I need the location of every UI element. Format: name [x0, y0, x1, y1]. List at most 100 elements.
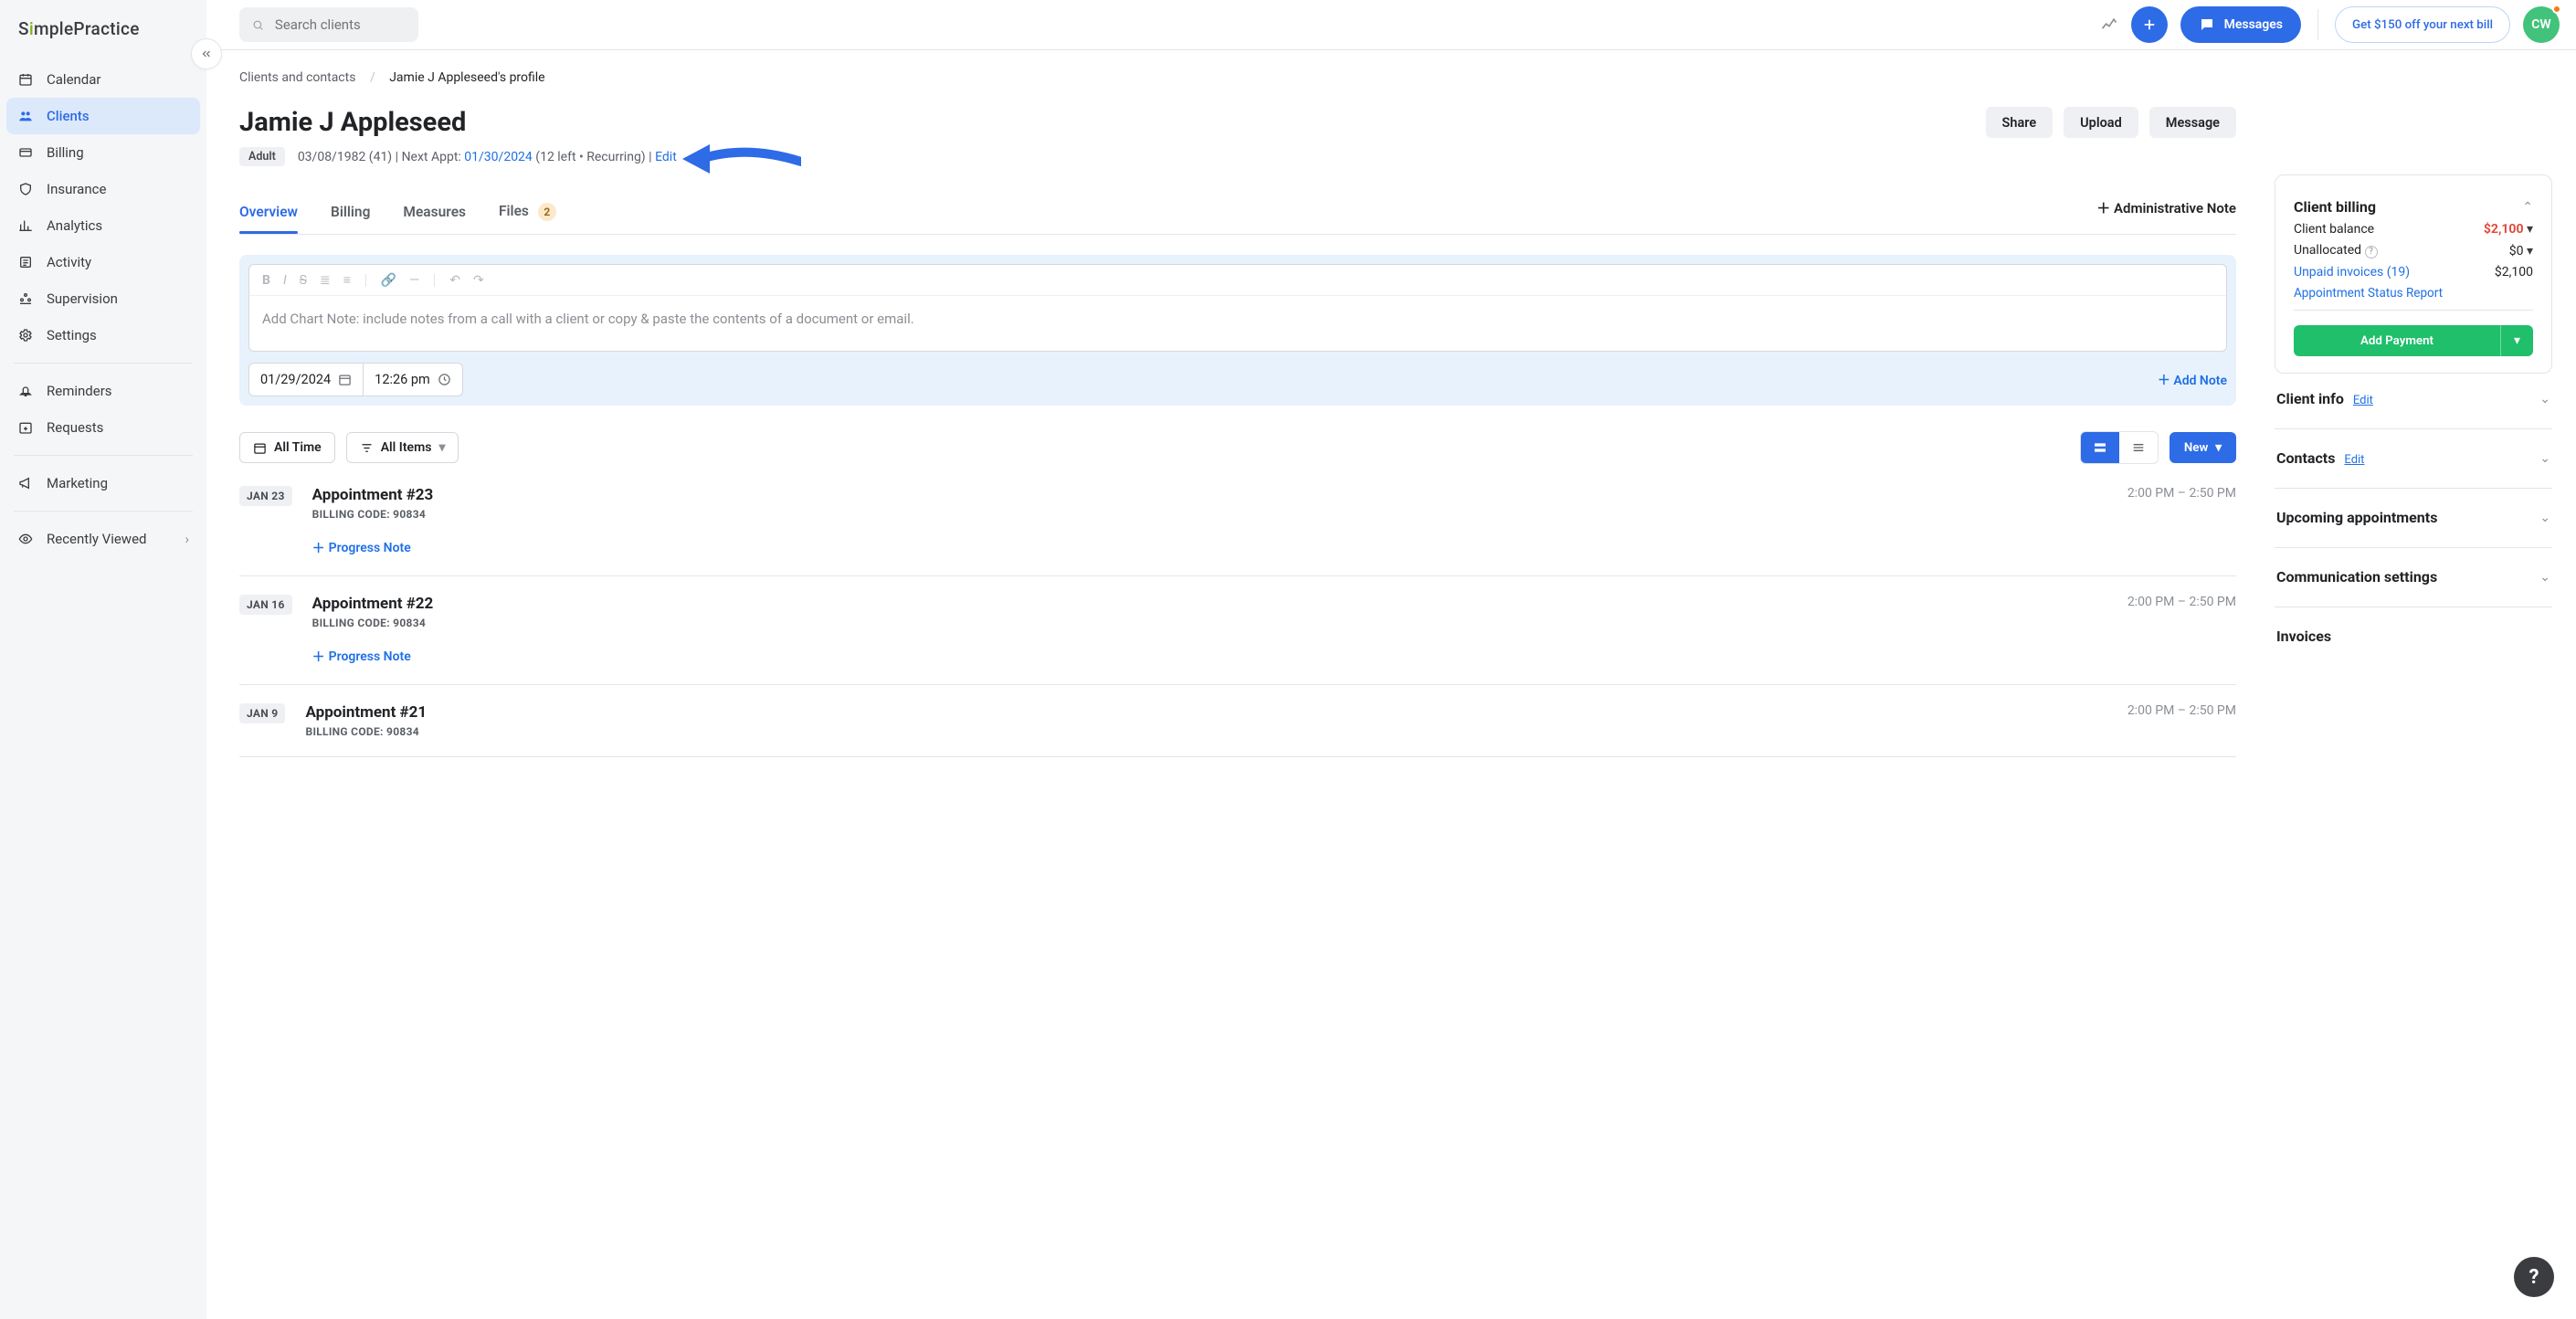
sidebar-item-analytics[interactable]: Analytics — [6, 207, 200, 244]
avatar-initials: CW — [2531, 17, 2550, 32]
sidebar-item-activity[interactable]: Activity — [6, 244, 200, 280]
filter-all-time[interactable]: All Time — [239, 432, 335, 463]
panel-invoices[interactable]: Invoices — [2275, 611, 2552, 662]
search-icon — [252, 18, 264, 32]
sidebar-item-recently-viewed[interactable]: Recently Viewed › — [6, 521, 200, 557]
chevron-down-icon: ⌄ — [2539, 451, 2550, 466]
tabs-bar: Overview Billing Measures Files 2 ＋ Admi… — [239, 194, 2236, 235]
sidebar-item-clients[interactable]: Clients — [6, 98, 200, 134]
link-icon[interactable]: 🔗 — [381, 273, 396, 288]
bell-icon — [17, 384, 34, 398]
sidebar-item-supervision[interactable]: Supervision — [6, 280, 200, 317]
notification-dot-icon — [2552, 5, 2561, 14]
messages-button[interactable]: Messages — [2180, 6, 2301, 43]
tab-files-label: Files — [499, 203, 529, 219]
bullet-list-icon[interactable]: ≣ — [320, 273, 331, 288]
chevron-down-icon[interactable]: ▾ — [2527, 222, 2533, 237]
filter-all-items[interactable]: All Items ▾ — [346, 432, 459, 463]
client-billing-card: Client billing ⌃ Client balance $2,100 ▾… — [2275, 174, 2552, 374]
sidebar-label: Activity — [47, 254, 91, 270]
search-input[interactable] — [239, 7, 418, 42]
progress-note-link[interactable]: ＋ Progress Note — [312, 539, 411, 557]
sidebar-item-reminders[interactable]: Reminders — [6, 373, 200, 409]
sidebar-item-insurance[interactable]: Insurance — [6, 171, 200, 207]
tab-billing[interactable]: Billing — [331, 195, 370, 233]
help-icon[interactable]: ? — [2365, 246, 2378, 259]
avatar[interactable]: CW — [2523, 6, 2560, 43]
add-payment-dropdown[interactable]: ▾ — [2500, 325, 2533, 356]
hr-icon[interactable]: — — [409, 273, 419, 288]
undo-icon[interactable]: ↶ — [449, 273, 460, 288]
new-button[interactable]: New ▾ — [2170, 432, 2236, 463]
rte-toolbar: B I S ≣ ≡ 🔗 — ↶ ↷ — [249, 265, 2226, 296]
appt-title: Appointment #21 — [305, 703, 2106, 722]
client-type-badge: Adult — [239, 147, 285, 166]
view-cards-button[interactable] — [2081, 432, 2119, 463]
bold-icon[interactable]: B — [262, 273, 270, 288]
appt-time: 2:00 PM – 2:50 PM — [2127, 595, 2236, 666]
appt-status-report-link[interactable]: Appointment Status Report — [2294, 286, 2443, 301]
edit-client-info-link[interactable]: Edit — [2353, 394, 2373, 407]
chart-note-block: B I S ≣ ≡ 🔗 — ↶ ↷ Add Chart Note — [239, 255, 2236, 406]
tab-overview[interactable]: Overview — [239, 195, 298, 233]
next-appt-date-link[interactable]: 01/30/2024 — [464, 150, 533, 164]
chevron-down-icon[interactable]: ▾ — [2527, 244, 2533, 259]
filter-icon — [360, 441, 374, 455]
upload-button[interactable]: Upload — [2064, 107, 2138, 138]
view-list-button[interactable] — [2119, 432, 2158, 463]
add-admin-note-button[interactable]: ＋ Administrative Note — [2096, 198, 2236, 230]
activity-chart-icon[interactable] — [2100, 16, 2118, 34]
crumb-root[interactable]: Clients and contacts — [239, 70, 355, 85]
add-payment-button[interactable]: Add Payment — [2294, 325, 2500, 356]
italic-icon[interactable]: I — [283, 273, 287, 288]
tab-measures[interactable]: Measures — [403, 195, 466, 233]
sidebar-label: Clients — [47, 108, 90, 124]
billing-icon — [17, 145, 34, 160]
tab-files[interactable]: Files 2 — [499, 194, 556, 234]
plus-icon: ＋ — [2096, 200, 2114, 216]
brand-logo[interactable]: SimplePractice — [0, 15, 206, 61]
sidebar-item-marketing[interactable]: Marketing — [6, 465, 200, 501]
note-date-input[interactable]: 01/29/2024 — [249, 364, 363, 396]
chevron-up-icon[interactable]: ⌃ — [2522, 200, 2533, 215]
panel-client-info[interactable]: Client infoEdit ⌄ — [2275, 374, 2552, 425]
redo-icon[interactable]: ↷ — [473, 273, 484, 288]
help-button[interactable]: ? — [2514, 1257, 2554, 1297]
clock-icon — [438, 373, 451, 386]
sidebar-label: Billing — [47, 144, 84, 161]
edit-client-link[interactable]: Edit — [655, 150, 677, 164]
collapse-sidebar-button[interactable] — [191, 38, 222, 69]
sidebar-item-requests[interactable]: Requests — [6, 409, 200, 446]
progress-note-link[interactable]: ＋ Progress Note — [312, 648, 411, 666]
add-note-button[interactable]: ＋ Add Note — [2158, 371, 2227, 389]
panel-upcoming[interactable]: Upcoming appointments ⌄ — [2275, 492, 2552, 543]
client-dob: 03/08/1982 (41) — [298, 150, 392, 164]
appointment-row[interactable]: JAN 9 Appointment #21 BILLING CODE: 9083… — [239, 685, 2236, 757]
sidebar-label: Calendar — [47, 71, 101, 88]
appointment-row[interactable]: JAN 16 Appointment #22 BILLING CODE: 908… — [239, 576, 2236, 685]
appointment-row[interactable]: JAN 23 Appointment #23 BILLING CODE: 908… — [239, 486, 2236, 576]
number-list-icon[interactable]: ≡ — [343, 272, 351, 288]
message-button[interactable]: Message — [2149, 107, 2236, 138]
client-meta: Adult 03/08/1982 (41) | Next Appt: 01/30… — [239, 147, 2236, 166]
strike-icon[interactable]: S — [300, 273, 307, 288]
panel-communication[interactable]: Communication settings ⌄ — [2275, 552, 2552, 603]
right-panel: Client billing ⌃ Client balance $2,100 ▾… — [2269, 50, 2576, 1319]
sidebar-item-billing[interactable]: Billing — [6, 134, 200, 171]
promo-button[interactable]: Get $150 off your next bill — [2335, 6, 2510, 43]
chart-note-textarea[interactable]: Add Chart Note: include notes from a cal… — [249, 296, 2226, 351]
sidebar-item-calendar[interactable]: Calendar — [6, 61, 200, 98]
chevron-down-icon: ⌄ — [2539, 511, 2550, 525]
add-button[interactable] — [2131, 6, 2168, 43]
share-button[interactable]: Share — [1986, 107, 2053, 138]
message-icon — [2199, 16, 2215, 33]
unpaid-invoices-link[interactable]: Unpaid invoices (19) — [2294, 265, 2410, 280]
sidebar-label: Marketing — [47, 475, 108, 491]
panel-contacts[interactable]: ContactsEdit ⌄ — [2275, 433, 2552, 484]
unpaid-value: $2,100 — [2495, 265, 2533, 280]
note-time-input[interactable]: 12:26 pm — [363, 364, 462, 396]
sidebar-label: Settings — [47, 327, 97, 343]
edit-contacts-link[interactable]: Edit — [2344, 453, 2364, 467]
sidebar-item-settings[interactable]: Settings — [6, 317, 200, 353]
plus-icon: ＋ — [312, 648, 325, 666]
